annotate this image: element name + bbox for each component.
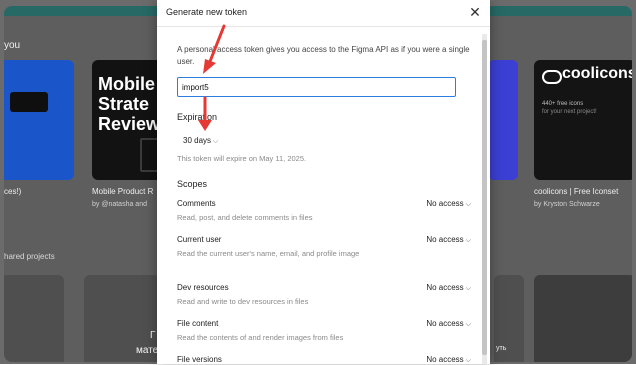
modal-header: Generate new token ✕ bbox=[157, 0, 490, 27]
scope-access-value: No access bbox=[426, 355, 464, 364]
generate-token-modal: Generate new token ✕ A personal access t… bbox=[157, 0, 490, 364]
scope-name: Current user bbox=[177, 235, 222, 244]
background-card-caption: Mobile Product R bbox=[92, 187, 154, 196]
coolicons-thumbnail-subtitle: 440+ free icons bbox=[542, 101, 584, 107]
scope-name: Comments bbox=[177, 199, 216, 208]
scope-access-dropdown[interactable]: No access ⌵ bbox=[426, 199, 471, 209]
scope-row-dev-resources: Dev resources Read and write to dev reso… bbox=[177, 283, 471, 307]
chevron-down-icon: ⌵ bbox=[465, 357, 471, 364]
coolicons-thumbnail-subtitle-2: for your next project! bbox=[542, 109, 597, 115]
modal-scrollbar[interactable] bbox=[482, 34, 487, 364]
background-card-caption: ces!) bbox=[4, 187, 22, 196]
expiration-selected-value: 30 days bbox=[183, 136, 212, 145]
background-tile[interactable] bbox=[4, 275, 64, 362]
scope-name: File versions bbox=[177, 355, 222, 364]
background-card-blue[interactable] bbox=[4, 60, 74, 180]
background-card-purple[interactable] bbox=[488, 60, 518, 180]
scope-row-file-versions: File versions No access ⌵ bbox=[177, 355, 471, 364]
scope-row-comments: Comments Read, post, and delete comments… bbox=[177, 199, 471, 223]
scope-description: Read, post, and delete comments in files bbox=[177, 213, 313, 222]
chevron-down-icon: ⌵ bbox=[465, 237, 471, 244]
background-tile-text: Г bbox=[150, 330, 156, 341]
background-section-title: you bbox=[4, 40, 21, 51]
card-thumbnail-shape bbox=[10, 92, 48, 112]
background-card-mobile-review[interactable]: Mobile Strate Review bbox=[92, 60, 164, 180]
scope-access-value: No access bbox=[426, 283, 464, 292]
scope-description: Read and write to dev resources in files bbox=[177, 297, 309, 306]
token-description: A personal access token gives you access… bbox=[177, 45, 470, 66]
scope-description: Read the contents of and render images f… bbox=[177, 333, 344, 342]
expiration-label: Expiration bbox=[177, 112, 218, 122]
token-name-input[interactable] bbox=[177, 77, 456, 97]
chevron-down-icon: ⌵ bbox=[213, 138, 219, 145]
chevron-down-icon: ⌵ bbox=[465, 321, 471, 328]
background-card-coolicons[interactable]: coolicons 440+ free icons for your next … bbox=[534, 60, 632, 180]
scope-access-dropdown[interactable]: No access ⌵ bbox=[426, 283, 471, 293]
background-tile[interactable] bbox=[534, 275, 632, 362]
close-icon[interactable]: ✕ bbox=[468, 5, 482, 19]
coolicons-logo-icon bbox=[542, 70, 562, 84]
scrollbar-thumb[interactable] bbox=[482, 40, 487, 355]
expiration-note: This token will expire on May 11, 2025. bbox=[177, 154, 307, 163]
scope-access-value: No access bbox=[426, 319, 464, 328]
background-card-caption: coolicons | Free Iconset bbox=[534, 187, 619, 196]
coolicons-thumbnail-title: coolicons bbox=[562, 65, 632, 82]
scope-access-value: No access bbox=[426, 235, 464, 244]
background-tile[interactable]: Г мате bbox=[84, 275, 160, 362]
scope-access-value: No access bbox=[426, 199, 464, 208]
scope-row-current-user: Current user Read the current user's nam… bbox=[177, 235, 471, 259]
chevron-down-icon: ⌵ bbox=[465, 285, 471, 292]
background-tile-text: уть bbox=[496, 345, 507, 352]
scope-description: Read the current user's name, email, and… bbox=[177, 249, 360, 258]
scope-access-dropdown[interactable]: No access ⌵ bbox=[426, 235, 471, 245]
modal-title: Generate new token bbox=[166, 7, 248, 17]
scopes-title: Scopes bbox=[177, 179, 208, 189]
background-card-author: by Kryston Schwarze bbox=[534, 201, 600, 208]
scope-access-dropdown[interactable]: No access ⌵ bbox=[426, 319, 471, 329]
background-tile[interactable]: уть bbox=[494, 275, 524, 362]
scope-name: Dev resources bbox=[177, 283, 229, 292]
background-tile-text: мате bbox=[136, 345, 159, 356]
background-shared-projects-title: hared projects bbox=[4, 252, 55, 261]
chevron-down-icon: ⌵ bbox=[465, 201, 471, 208]
card-thumbnail-title: Mobile Strate Review bbox=[98, 74, 161, 134]
expiration-dropdown[interactable]: 30 days ⌵ bbox=[183, 136, 218, 146]
background-card-author: by @natasha and bbox=[92, 201, 147, 208]
scope-row-file-content: File content Read the contents of and re… bbox=[177, 319, 471, 343]
scope-name: File content bbox=[177, 319, 219, 328]
